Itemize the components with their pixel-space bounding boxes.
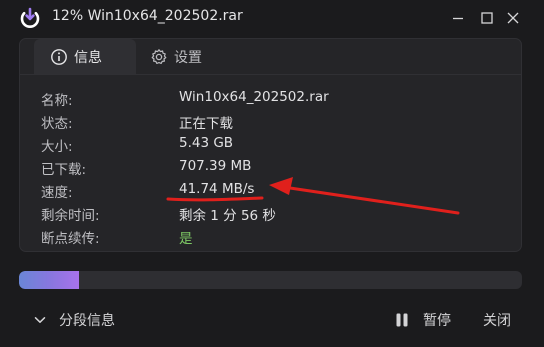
pause-button[interactable]: 暂停 (395, 310, 451, 330)
minimize-button[interactable] (448, 8, 468, 28)
segments-info-label: 分段信息 (59, 313, 115, 329)
close-icon (507, 12, 519, 24)
detail-key: 断点续传: (41, 231, 100, 247)
detail-key: 大小: (41, 139, 73, 155)
close-button[interactable]: 关闭 (483, 310, 511, 330)
segments-info-toggle[interactable]: 分段信息 (33, 310, 115, 330)
tab-divider (20, 74, 521, 75)
tab-info[interactable]: 信息 (34, 39, 136, 74)
tab-settings-label: 设置 (174, 49, 202, 66)
resume-support-value: 是 (179, 231, 193, 247)
detail-key: 剩余时间: (41, 208, 100, 224)
file-name-value: Win10x64_202502.rar (179, 89, 329, 105)
window-title: 12% Win10x64_202502.rar (52, 8, 243, 24)
tab-settings[interactable]: 设置 (136, 39, 226, 74)
detail-key: 速度: (41, 185, 73, 201)
download-app-icon (19, 7, 41, 29)
gear-icon (151, 48, 167, 64)
detail-key: 已下载: (41, 162, 87, 178)
detail-key: 名称: (41, 93, 73, 109)
details-panel: 信息 设置 名称: Win10x64_202502.rar 状态: 正在下载 大… (19, 38, 522, 252)
chevron-down-icon (34, 317, 46, 323)
size-value: 5.43 GB (179, 135, 234, 151)
download-progress-bar (19, 271, 522, 289)
status-value: 正在下载 (179, 116, 233, 132)
speed-value: 41.74 MB/s (179, 181, 255, 197)
downloaded-value: 707.39 MB (179, 158, 252, 174)
close-window-button[interactable] (503, 8, 523, 28)
remaining-time-value: 剩余 1 分 56 秒 (179, 208, 276, 224)
detail-key: 状态: (41, 116, 73, 132)
maximize-icon (481, 12, 493, 24)
progress-fill (19, 271, 80, 289)
close-label: 关闭 (483, 313, 511, 329)
title-bar[interactable]: 12% Win10x64_202502.rar (0, 0, 544, 36)
pause-icon (396, 313, 408, 327)
info-icon (51, 48, 67, 65)
minimize-icon (453, 17, 463, 20)
tab-info-label: 信息 (74, 49, 102, 66)
maximize-button[interactable] (477, 8, 497, 28)
pause-label: 暂停 (423, 313, 451, 329)
